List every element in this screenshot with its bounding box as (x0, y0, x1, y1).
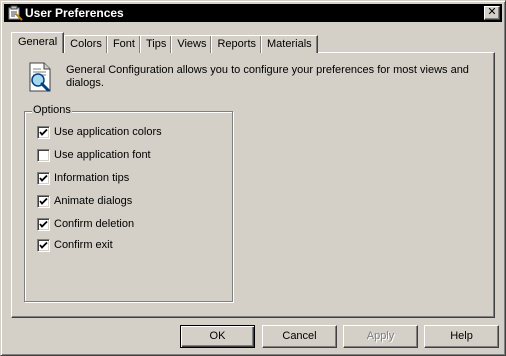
checkbox-checked[interactable] (37, 125, 50, 139)
checkbox-unchecked[interactable] (37, 148, 50, 162)
option-label: Confirm deletion (54, 218, 135, 230)
option-information-tips[interactable]: Information tips (37, 171, 129, 185)
checkbox-checked[interactable] (37, 171, 50, 185)
option-use-application-colors[interactable]: Use application colors (37, 125, 162, 139)
tab-general[interactable]: General (11, 32, 65, 53)
tab-strip: General Colors Font Tips Views Reports M… (11, 32, 318, 53)
tab-tips[interactable]: Tips (139, 35, 173, 53)
options-group-label: Options (32, 104, 72, 117)
tab-views[interactable]: Views (171, 35, 213, 53)
tab-materials[interactable]: Materials (261, 35, 318, 53)
close-icon: ✕ (487, 6, 497, 18)
option-label: Use application font (54, 149, 151, 161)
option-animate-dialogs[interactable]: Animate dialogs (37, 194, 132, 208)
checkbox-checked[interactable] (37, 238, 50, 252)
close-button[interactable]: ✕ (484, 6, 500, 20)
option-label: Confirm exit (54, 239, 113, 251)
checkbox-checked[interactable] (37, 194, 50, 208)
title-bar[interactable]: User Preferences ✕ (4, 4, 502, 22)
apply-button[interactable]: Apply (343, 325, 418, 348)
checkbox-checked[interactable] (37, 217, 50, 231)
document-magnifier-icon (29, 62, 51, 92)
preferences-app-icon (8, 5, 23, 21)
tab-font[interactable]: Font (106, 35, 141, 53)
option-label: Animate dialogs (54, 195, 133, 207)
option-use-application-font[interactable]: Use application font (37, 148, 151, 162)
help-button[interactable]: Help (424, 325, 499, 348)
option-confirm-deletion[interactable]: Confirm deletion (37, 217, 134, 231)
user-preferences-dialog: User Preferences ✕ General Colors Font T… (0, 0, 506, 356)
checkmark-icon (39, 241, 48, 249)
cancel-button[interactable]: Cancel (262, 325, 337, 348)
ok-button[interactable]: OK (180, 325, 255, 348)
option-label: Information tips (54, 172, 130, 184)
checkmark-icon (39, 174, 48, 182)
window-title: User Preferences (25, 6, 124, 20)
tab-reports[interactable]: Reports (211, 35, 263, 53)
checkmark-icon (39, 197, 48, 205)
checkmark-icon (39, 128, 48, 136)
general-description: General Configuration allows you to conf… (66, 64, 469, 89)
tab-colors[interactable]: Colors (64, 35, 108, 53)
option-label: Use application colors (54, 126, 162, 138)
checkmark-icon (39, 220, 48, 228)
option-confirm-exit[interactable]: Confirm exit (37, 238, 113, 252)
